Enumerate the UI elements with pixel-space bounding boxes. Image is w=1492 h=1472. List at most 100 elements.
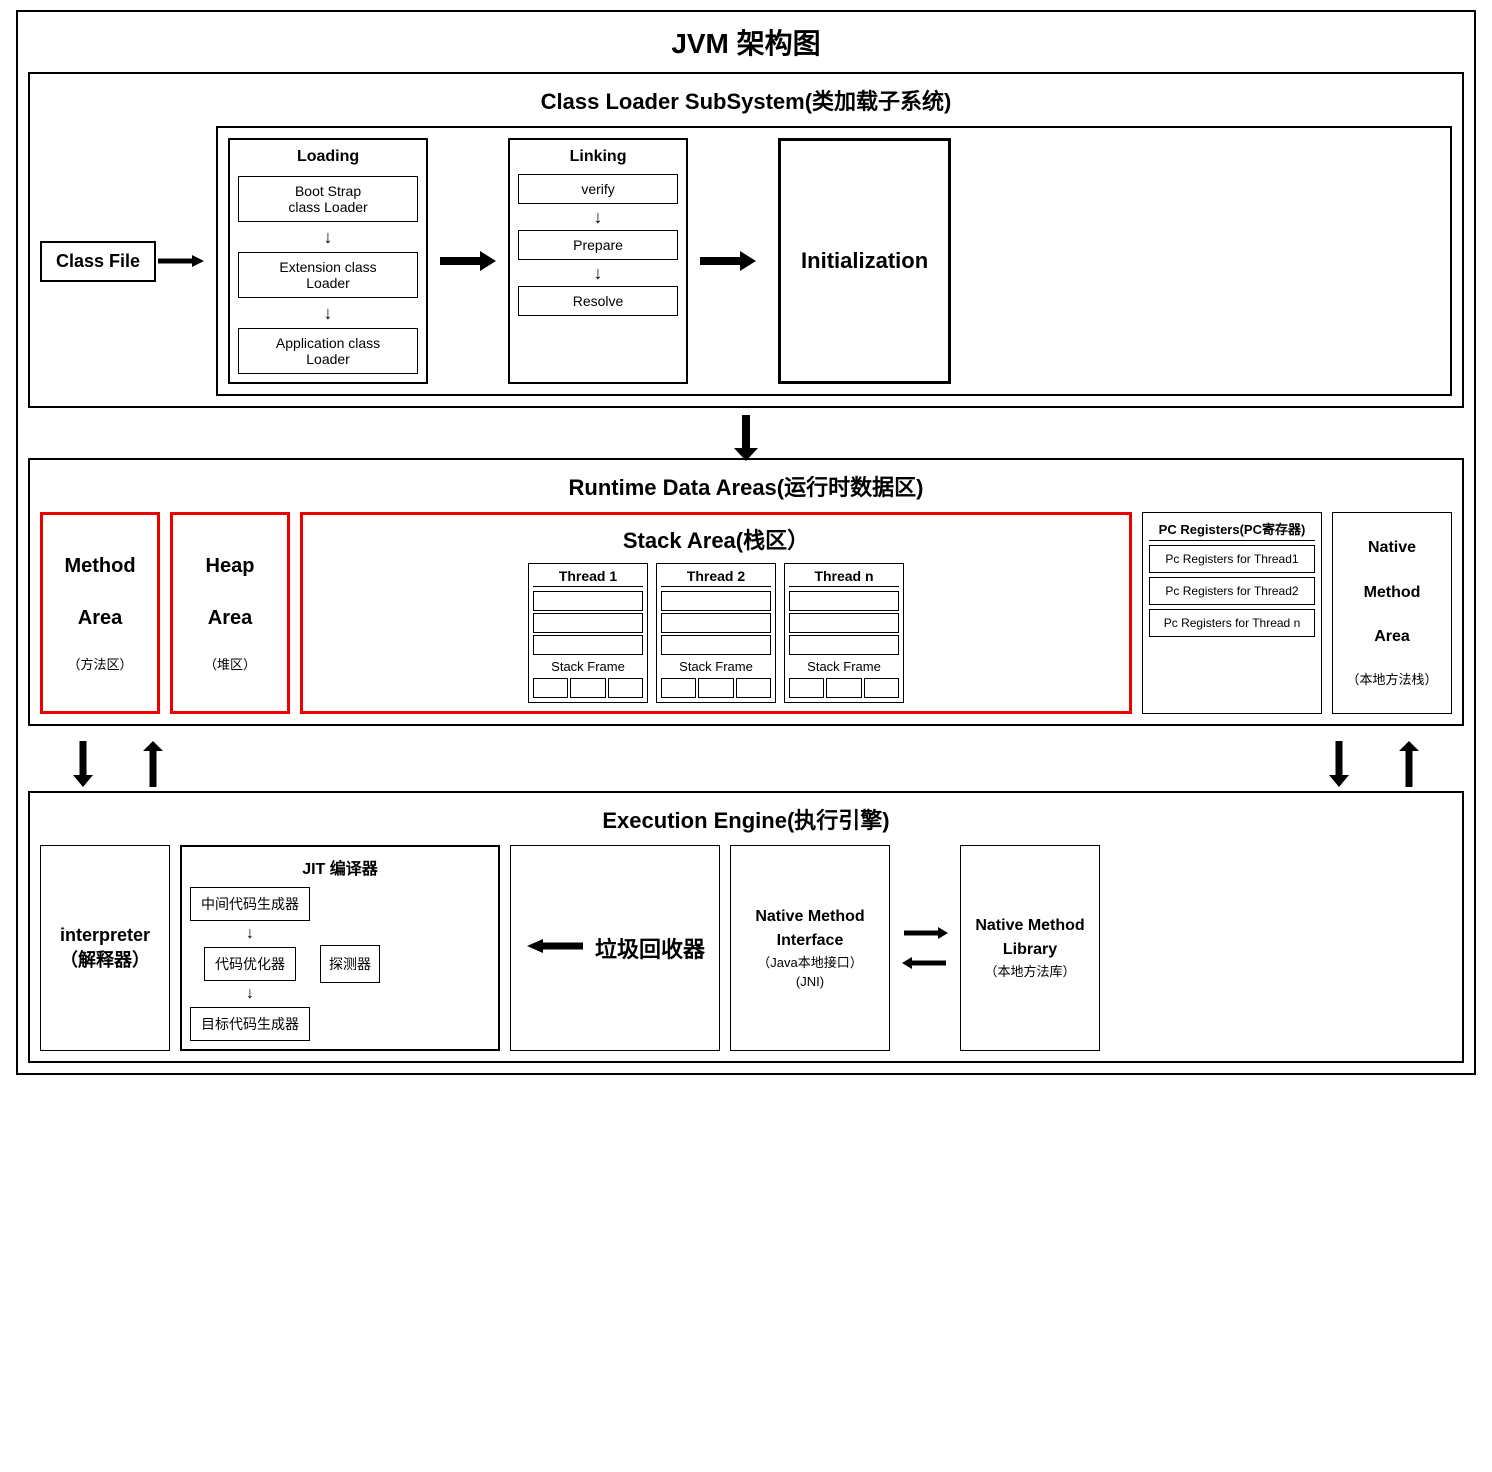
thread-1-row3 — [533, 635, 643, 655]
thread-2-cell3 — [736, 678, 771, 698]
loading-title: Loading — [238, 148, 418, 166]
loading-box: Loading Boot Strapclass Loader ↓ Extensi… — [228, 138, 428, 384]
thread-1-column: Thread 1 Stack Frame — [528, 563, 648, 703]
application-loader: Application classLoader — [238, 328, 418, 374]
thread-2-row1 — [661, 591, 771, 611]
native-method-area-line4: （本地方法栈） — [1346, 671, 1437, 689]
linking-title: Linking — [518, 148, 678, 166]
native-library-line1: Native Method — [975, 914, 1084, 938]
method-area-box: Method Area （方法区） — [40, 512, 160, 714]
bootstrap-loader: Boot Strapclass Loader — [238, 176, 418, 222]
native-interface-line2: Interface — [777, 929, 844, 953]
thread-2-row3 — [661, 635, 771, 655]
native-arrows — [1324, 739, 1424, 789]
interpreter-box: interpreter （解释器） — [40, 845, 170, 1051]
classfile-area: Class File — [40, 241, 206, 282]
native-method-area-line1: Native — [1368, 537, 1416, 559]
thread-2-frame-label: Stack Frame — [661, 659, 771, 674]
heap-area-line2: Area — [208, 605, 252, 631]
thread-2-column: Thread 2 Stack Frame — [656, 563, 776, 703]
linking-to-init-arrow — [688, 138, 768, 384]
jit-item-2: 代码优化器 — [204, 947, 296, 981]
jit-section: JIT 编译器 中间代码生成器 ↓ 代码优化器 ↓ 目标代码生成器 探测器 — [180, 845, 500, 1051]
thread-n-row3 — [789, 635, 899, 655]
native-up-arrow — [1394, 739, 1424, 789]
thread-2-cell1 — [661, 678, 696, 698]
method-area-line3: （方法区） — [67, 657, 132, 674]
thread-n-column: Thread n Stack Frame — [784, 563, 904, 703]
thread-n-row1 — [789, 591, 899, 611]
garbage-collector-label — [525, 934, 585, 962]
native-method-area-line3: Area — [1374, 626, 1410, 648]
runtime-title: Runtime Data Areas(运行时数据区) — [40, 470, 1452, 502]
interpreter-line2: （解释器） — [60, 948, 150, 973]
pc-item-threadn: Pc Registers for Thread n — [1149, 609, 1315, 637]
gc-text: 垃圾回收器 — [595, 932, 705, 964]
heap-area-line3: （堆区） — [204, 657, 256, 674]
stack-threads: Thread 1 Stack Frame Thread 2 — [311, 563, 1121, 703]
classloader-title: Class Loader SubSystem(类加载子系统) — [40, 84, 1452, 116]
interpreter-line1: interpreter — [60, 923, 150, 948]
execution-section: Execution Engine(执行引擎) interpreter （解释器）… — [28, 791, 1464, 1063]
method-area-line1: Method — [64, 553, 135, 579]
method-area-line2: Area — [78, 605, 122, 631]
pc-item-thread2: Pc Registers for Thread2 — [1149, 577, 1315, 605]
linking-arrow2: ↓ — [518, 264, 678, 282]
loading-to-linking-arrow — [428, 138, 508, 384]
thread-n-frame-label: Stack Frame — [789, 659, 899, 674]
native-interface-line3: （Java本地接口） — [757, 953, 862, 973]
heap-up-arrow — [138, 739, 168, 789]
method-down-arrow — [68, 739, 98, 789]
native-interface-line4: (JNI) — [796, 972, 824, 992]
execution-title: Execution Engine(执行引擎) — [40, 803, 1452, 835]
page-title: JVM 架构图 — [28, 22, 1464, 62]
native-method-area-line2: Method — [1364, 582, 1421, 604]
classfile-box: Class File — [40, 241, 156, 282]
native-library-box: Native Method Library （本地方法库） — [960, 845, 1100, 1051]
thread-2-bottom-rows — [661, 678, 771, 698]
linking-arrow1: ↓ — [518, 208, 678, 226]
tansuo-box: 探测器 — [320, 945, 380, 983]
jit-arrow2: ↓ — [246, 985, 254, 1003]
linking-box: Linking verify ↓ Prepare ↓ Resolve — [508, 138, 688, 384]
pc-registers-title: PC Registers(PC寄存器) — [1149, 519, 1315, 541]
main-container: JVM 架构图 Class Loader SubSystem(类加载子系统) C… — [16, 10, 1476, 1075]
thread-n-bottom-rows — [789, 678, 899, 698]
jit-inner: 中间代码生成器 ↓ 代码优化器 ↓ 目标代码生成器 探测器 — [190, 887, 490, 1041]
thread-2-header: Thread 2 — [661, 568, 771, 587]
heap-area-line1: Heap — [206, 553, 255, 579]
pc-down-arrow — [1324, 739, 1354, 789]
thread-1-bottom-rows — [533, 678, 643, 698]
execution-inner: interpreter （解释器） JIT 编译器 中间代码生成器 ↓ 代码优化… — [40, 845, 1452, 1051]
thread-2-cell2 — [698, 678, 733, 698]
thread-1-row1 — [533, 591, 643, 611]
extension-loader: Extension classLoader — [238, 252, 418, 298]
jit-title: JIT 编译器 — [190, 855, 490, 879]
thread-1-frame-label: Stack Frame — [533, 659, 643, 674]
heap-area-box: Heap Area （堆区） — [170, 512, 290, 714]
thread-n-header: Thread n — [789, 568, 899, 587]
stack-area-box: Stack Area(栈区） Thread 1 Stack Frame — [300, 512, 1132, 714]
runtime-section: Runtime Data Areas(运行时数据区) Method Area （… — [28, 458, 1464, 726]
garbage-collector-box: 垃圾回收器 — [510, 845, 720, 1051]
thread-n-cell2 — [826, 678, 861, 698]
jit-arrow1: ↓ — [246, 925, 254, 943]
thread-n-row2 — [789, 613, 899, 633]
jit-flow: 中间代码生成器 ↓ 代码优化器 ↓ 目标代码生成器 — [190, 887, 310, 1041]
thread-1-cell3 — [608, 678, 643, 698]
thread-1-cell1 — [533, 678, 568, 698]
prepare-item: Prepare — [518, 230, 678, 260]
thread-n-cell1 — [789, 678, 824, 698]
jit-item-1: 中间代码生成器 — [190, 887, 310, 921]
native-method-area-box: Native Method Area （本地方法栈） — [1332, 512, 1452, 714]
loading-linking-area: Loading Boot Strapclass Loader ↓ Extensi… — [216, 126, 1452, 396]
thread-1-header: Thread 1 — [533, 568, 643, 587]
thread-2-row2 — [661, 613, 771, 633]
middle-arrows-section — [28, 736, 1464, 791]
thread-n-cell3 — [864, 678, 899, 698]
verify-item: verify — [518, 174, 678, 204]
native-library-line3: （本地方法库） — [985, 962, 1076, 982]
stack-area-title: Stack Area(栈区） — [311, 523, 1121, 555]
loading-arrow2: ↓ — [238, 304, 418, 322]
resolve-item: Resolve — [518, 286, 678, 316]
